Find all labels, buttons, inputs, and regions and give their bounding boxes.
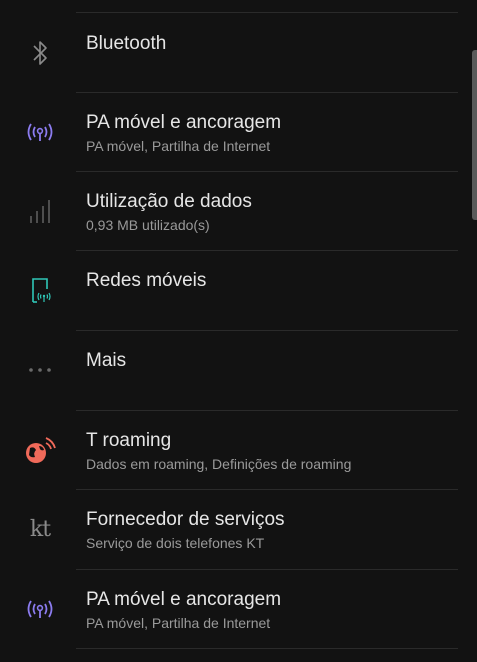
data-usage-icon bbox=[16, 187, 64, 235]
item-title: T roaming bbox=[86, 430, 172, 451]
item-title: Fornecedor de serviços bbox=[86, 509, 285, 530]
item-title: PA móvel e ancoragem bbox=[86, 589, 282, 610]
item-title: PA móvel e ancoragem bbox=[86, 112, 282, 133]
item-title: Redes móveis bbox=[86, 270, 207, 291]
kt-logo-text: kt bbox=[29, 516, 51, 542]
settings-item-hotspot-2[interactable]: PA móvel e ancoragem PA móvel, Partilha … bbox=[0, 569, 477, 648]
item-subtitle: Serviço de dois telefones KT bbox=[86, 535, 265, 551]
item-title: Mais bbox=[86, 350, 127, 371]
divider bbox=[76, 648, 458, 649]
bluetooth-icon bbox=[16, 29, 64, 77]
item-subtitle: 0,93 MB utilizado(s) bbox=[86, 217, 210, 233]
more-icon bbox=[16, 346, 64, 394]
settings-item-mobile-networks[interactable]: Redes móveis bbox=[0, 250, 477, 329]
hotspot-icon bbox=[16, 585, 64, 633]
t-roaming-icon bbox=[16, 426, 64, 474]
item-subtitle: Dados em roaming, Definições de roaming bbox=[86, 456, 352, 472]
item-subtitle: PA móvel, Partilha de Internet bbox=[86, 138, 271, 154]
settings-item-hotspot[interactable]: PA móvel e ancoragem PA móvel, Partilha … bbox=[0, 92, 477, 171]
settings-item-more[interactable]: Mais bbox=[0, 330, 477, 409]
item-subtitle: PA móvel, Partilha de Internet bbox=[86, 615, 271, 631]
settings-item-t-roaming[interactable]: T roaming Dados em roaming, Definições d… bbox=[0, 410, 477, 489]
settings-item-service-provider[interactable]: kt Fornecedor de serviços Serviço de doi… bbox=[0, 489, 477, 568]
hotspot-icon bbox=[16, 108, 64, 156]
kt-icon: kt bbox=[16, 505, 64, 553]
settings-item-data-usage[interactable]: Utilização de dados 0,93 MB utilizado(s) bbox=[0, 171, 477, 250]
scrollbar-thumb[interactable] bbox=[472, 50, 477, 220]
mobile-networks-icon bbox=[16, 266, 64, 314]
settings-item-bluetooth[interactable]: Bluetooth bbox=[0, 13, 477, 92]
item-title: Utilização de dados bbox=[86, 191, 252, 212]
item-title: Bluetooth bbox=[86, 33, 167, 54]
